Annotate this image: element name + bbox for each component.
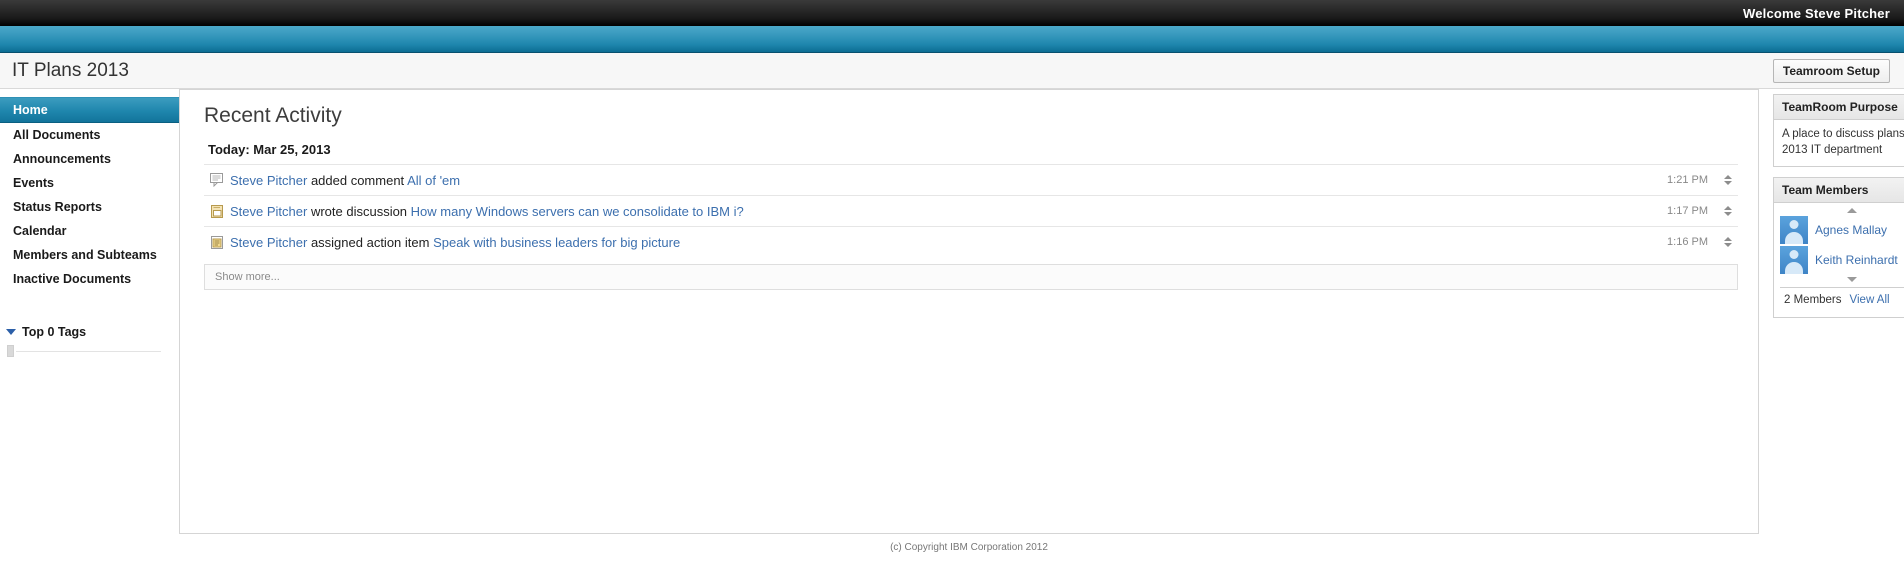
avatar — [1780, 216, 1808, 245]
sidebar-item-members-and-subteams[interactable]: Members and Subteams — [0, 243, 179, 267]
scroll-up-button[interactable] — [1780, 206, 1904, 215]
welcome-label: Welcome Steve Pitcher — [1742, 5, 1890, 21]
top-tags-section: Top 0 Tags — [0, 325, 179, 357]
top-bar: Welcome Steve Pitcher — [0, 0, 1904, 26]
activity-menu-icon[interactable] — [1718, 175, 1738, 185]
recent-activity-panel: Recent Activity Today: Mar 25, 2013 Stev… — [179, 89, 1759, 534]
teamroom-setup-button[interactable]: Teamroom Setup — [1772, 58, 1890, 83]
activity-text: Steve Pitcher wrote discussion How many … — [230, 204, 1667, 219]
list-item[interactable]: Keith Reinhardt — [1780, 245, 1904, 275]
chevron-down-icon — [6, 329, 16, 335]
action-item-icon — [204, 235, 230, 250]
sidebar-item-calendar[interactable]: Calendar — [0, 219, 179, 243]
activity-timestamp: 1:16 PM — [1667, 236, 1708, 248]
team-members-footer: 2 Members View All — [1780, 287, 1904, 311]
scroll-down-button[interactable] — [1780, 275, 1904, 284]
team-members-title: Team Members — [1774, 178, 1904, 204]
main-column: Recent Activity Today: Mar 25, 2013 Stev… — [179, 89, 1773, 553]
avatar — [1780, 246, 1808, 275]
list-item[interactable]: Agnes Mallay — [1780, 215, 1904, 245]
activity-day-header: Today: Mar 25, 2013 — [208, 142, 331, 157]
activity-action: added comment — [307, 172, 408, 188]
tag-cloud-placeholder — [6, 345, 179, 357]
sidebar-item-events[interactable]: Events — [0, 171, 179, 195]
blue-banner — [0, 26, 1904, 53]
chevron-down-icon — [1724, 212, 1732, 216]
comment-icon — [204, 173, 230, 187]
top-tags-toggle[interactable]: Top 0 Tags — [6, 325, 179, 339]
chevron-up-icon — [1724, 175, 1732, 179]
sidebar-item-home[interactable]: Home — [0, 97, 179, 123]
teamroom-purpose-text: A place to discuss plans for 2013 IT dep… — [1782, 128, 1904, 156]
activity-subject-link[interactable]: How many Windows servers can we consolid… — [411, 204, 744, 219]
chevron-down-icon — [1847, 277, 1857, 283]
activity-menu-icon[interactable] — [1718, 237, 1738, 247]
member-count-label: 2 Members — [1784, 294, 1842, 307]
team-members-widget: Team Members Agnes Mallay Keith Reinhard… — [1773, 177, 1904, 318]
show-more-button[interactable]: Show more... — [204, 264, 1738, 290]
top-tags-label: Top 0 Tags — [22, 325, 87, 339]
teamroom-purpose-title: TeamRoom Purpose — [1774, 95, 1904, 120]
activity-row[interactable]: Steve Pitcher added comment All of 'em 1… — [204, 164, 1738, 195]
sidebar-item-all-documents[interactable]: All Documents — [0, 123, 179, 147]
teamroom-purpose-widget: TeamRoom Purpose A place to discuss plan… — [1773, 94, 1904, 168]
activity-row[interactable]: Steve Pitcher wrote discussion How many … — [204, 195, 1738, 226]
chevron-down-icon — [1724, 243, 1732, 247]
team-members-body: Agnes Mallay Keith Reinhardt 2 Members V… — [1774, 203, 1904, 317]
sidebar-item-announcements[interactable]: Announcements — [0, 147, 179, 171]
activity-text: Steve Pitcher assigned action item Speak… — [230, 235, 1667, 250]
activity-actor-link[interactable]: Steve Pitcher — [230, 235, 307, 250]
member-name-link[interactable]: Agnes Mallay — [1815, 222, 1887, 238]
activity-row[interactable]: Steve Pitcher assigned action item Speak… — [204, 226, 1738, 257]
sidebar-item-status-reports[interactable]: Status Reports — [0, 195, 179, 219]
tag-divider — [16, 350, 161, 352]
activity-text: Steve Pitcher added comment All of 'em — [230, 173, 1667, 188]
page-title: IT Plans 2013 — [12, 59, 129, 81]
chevron-up-icon — [1847, 208, 1857, 214]
sidebar-item-inactive-documents[interactable]: Inactive Documents — [0, 267, 179, 291]
activity-actor-link[interactable]: Steve Pitcher — [230, 204, 307, 219]
activity-action: assigned action item — [307, 234, 434, 250]
activity-subject-link[interactable]: Speak with business leaders for big pict… — [433, 235, 680, 250]
member-name-link[interactable]: Keith Reinhardt — [1815, 252, 1898, 268]
activity-actor-link[interactable]: Steve Pitcher — [230, 173, 307, 188]
recent-activity-heading: Recent Activity — [204, 104, 342, 127]
title-strip: IT Plans 2013 Teamroom Setup — [0, 53, 1904, 89]
activity-subject-link[interactable]: All of 'em — [407, 173, 460, 188]
page-body: Home All Documents Announcements Events … — [0, 89, 1904, 553]
footer-copyright: (c) Copyright IBM Corporation 2012 — [890, 542, 1048, 553]
activity-action: wrote discussion — [307, 203, 411, 219]
chevron-down-icon — [1724, 181, 1732, 185]
chevron-up-icon — [1724, 237, 1732, 241]
chevron-up-icon — [1724, 206, 1732, 210]
tag-swatch-icon — [7, 345, 14, 357]
activity-timestamp: 1:21 PM — [1667, 174, 1708, 186]
activity-timestamp: 1:17 PM — [1667, 205, 1708, 217]
left-sidebar: Home All Documents Announcements Events … — [0, 89, 179, 357]
view-all-members-link[interactable]: View All — [1850, 293, 1890, 309]
discussion-document-icon — [204, 204, 230, 219]
activity-menu-icon[interactable] — [1718, 206, 1738, 216]
right-sidebar: TeamRoom Purpose A place to discuss plan… — [1773, 89, 1904, 328]
